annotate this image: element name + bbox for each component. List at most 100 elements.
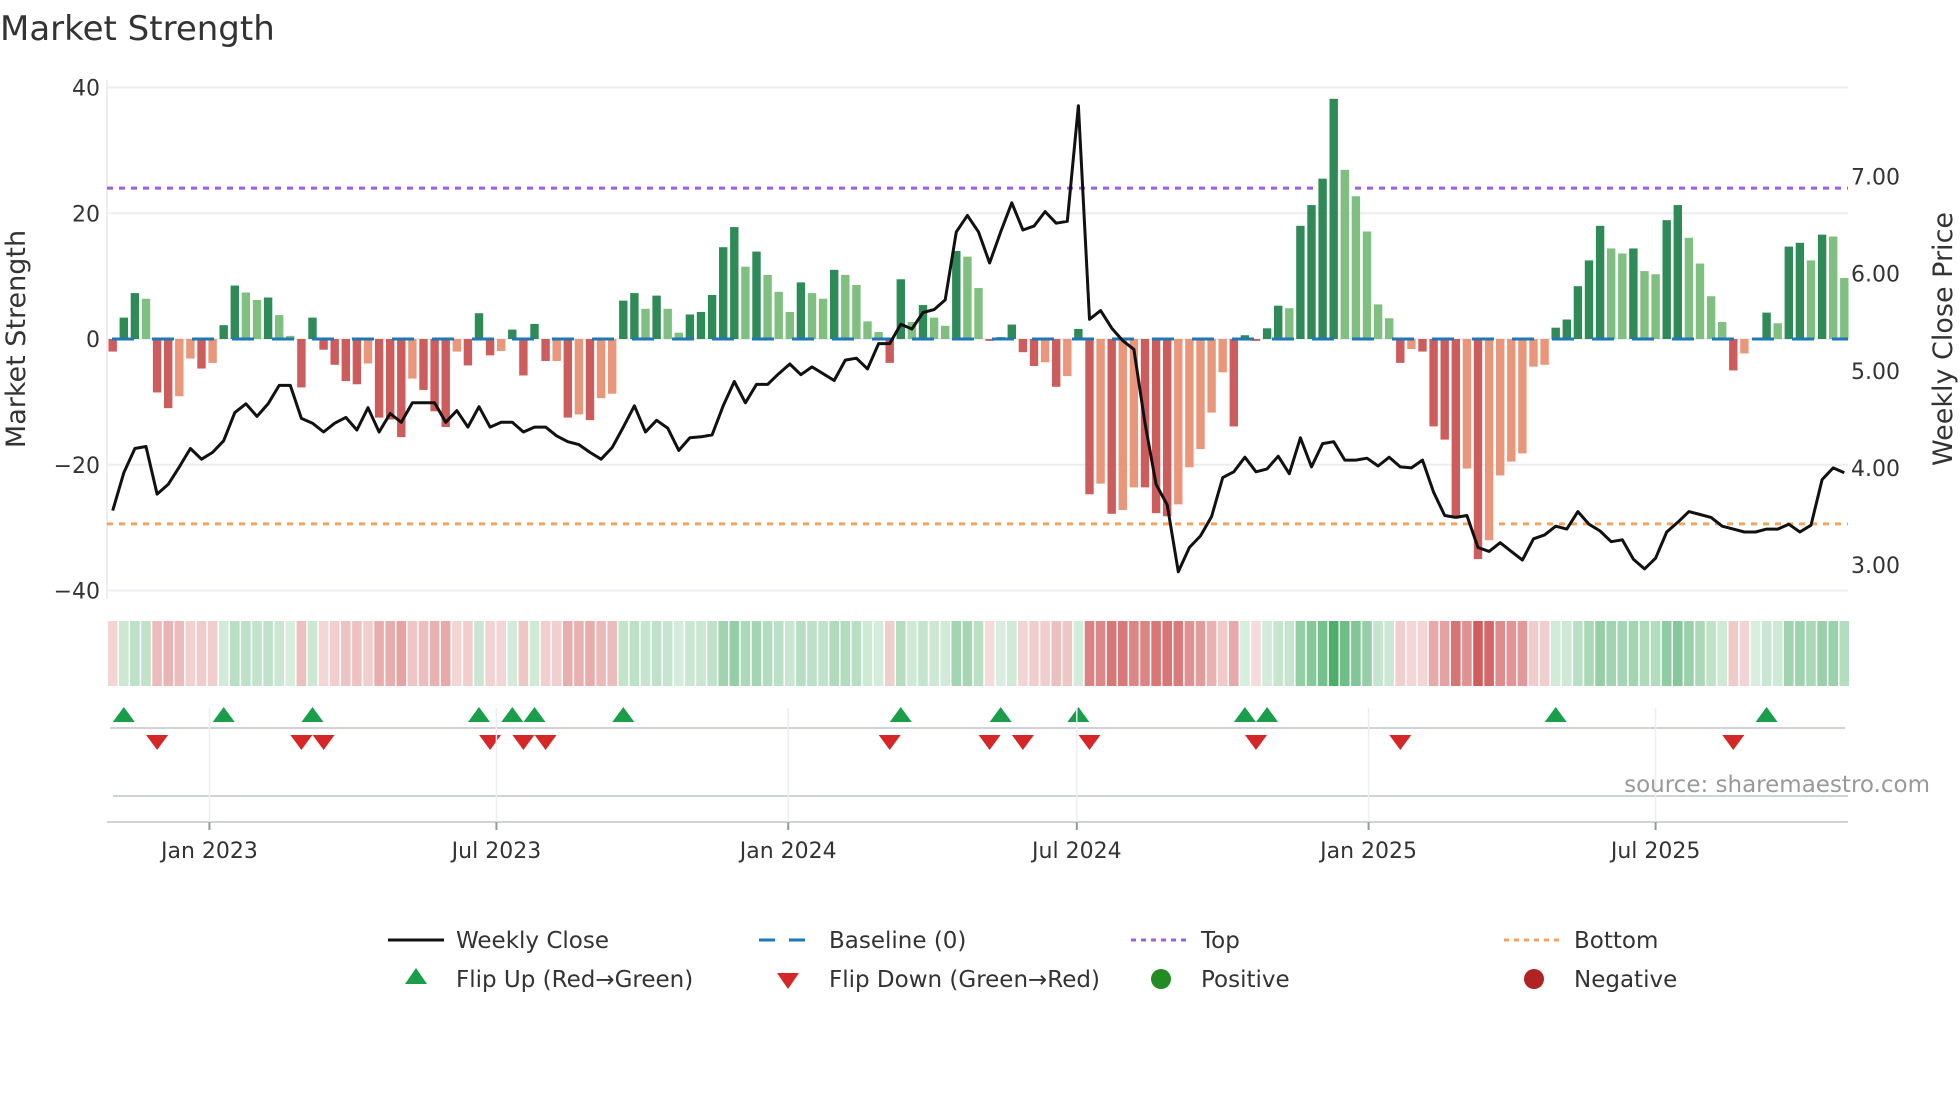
strip-cell [1617,621,1628,686]
strip-cell [1772,621,1783,686]
bar [352,339,362,385]
bar [1418,339,1427,352]
bar [1540,339,1549,365]
strip-cell [1007,621,1017,686]
legend-item-positive[interactable]: Positive [1151,967,1290,993]
bar [685,314,695,339]
flip-up-marker [501,707,524,722]
bar [1795,242,1805,339]
strip-cell [984,621,995,686]
flip-down-marker [1245,735,1267,750]
flip-up-marker [1544,707,1567,722]
legend-item-bottom[interactable]: Bottom [1504,928,1658,954]
strip-cell [1650,621,1661,686]
strip-cell [119,621,129,686]
bar [297,339,306,388]
strip-cell [1062,621,1073,686]
bar [1307,205,1316,339]
bar [119,317,128,339]
x-tick-label: Jan 2023 [159,839,258,864]
legend-item-top[interactable]: Top [1131,928,1240,954]
bar [330,339,339,365]
bar [585,339,595,421]
x-axis-ticks: Jan 2023 Jul 2023 Jan 2024 Jul 2024 Jan 2025… [107,708,1848,864]
strip-cell [1673,621,1683,686]
bar [1096,339,1105,484]
legend-item-negative[interactable]: Negative [1524,967,1677,993]
strip-cell [1395,621,1406,686]
strip-cell [851,621,862,686]
bar [452,339,461,352]
strip-cell [740,621,751,686]
flip-down-marker [1389,735,1412,750]
flip-up-marker [112,707,135,722]
bar [1373,304,1383,339]
flip-up-marker [523,707,546,722]
bar [252,300,262,339]
bar [719,247,728,339]
bar [1484,339,1494,541]
positive-dot-icon [1151,969,1171,989]
strip-cell [1839,621,1850,686]
strip-cell [1217,621,1228,686]
bar [130,293,140,339]
bar [485,339,495,356]
strip-cell [729,621,740,686]
flip-up-marker [1067,707,1090,722]
bar [818,298,828,339]
bar [841,274,850,339]
strip-cell [185,621,196,686]
bar [219,325,228,339]
legend-item-flip-up[interactable]: Flip Up (Red→Green) [405,967,693,993]
triangle-up-icon [405,968,427,984]
strip-cell [1262,621,1272,686]
bar [1507,339,1516,462]
bar [1695,263,1705,339]
bar [1618,253,1627,339]
bar [441,339,450,428]
y-tick-label: 40 [72,77,100,102]
bar [941,325,950,339]
strip-cell [1129,621,1139,686]
bar [1185,339,1194,468]
bar [1562,319,1571,339]
source-label: source: sharemaestro.com [1624,772,1930,798]
bar [1040,339,1050,363]
flip-down-marker [1722,735,1745,750]
bar [152,339,162,393]
strip-cell [230,621,240,686]
flip-down-marker [146,735,169,750]
flip-down-marker [534,735,557,750]
strip-cell [363,621,373,686]
bar [1806,260,1816,339]
flip-up-marker [468,707,490,722]
strip-cell [174,621,185,686]
legend-item-weekly-close[interactable]: Weekly Close [388,928,609,954]
y2-tick-label: 7.00 [1851,166,1900,191]
bar [1473,339,1483,560]
strip-cell [1351,621,1361,686]
legend-item-flip-down[interactable]: Flip Down (Green→Red) [777,967,1100,993]
strip-cell [1295,621,1306,686]
strip-cell [1162,621,1172,686]
bar [1662,220,1671,339]
strip-cell [485,621,495,686]
negative-dot-icon [1524,969,1544,989]
strip-cell [862,621,873,686]
flip-up-marker [612,707,635,722]
strip-cell [1806,621,1816,686]
strip-cell [241,621,251,686]
legend-item-baseline[interactable]: Baseline (0) [759,928,966,954]
bar [1673,205,1682,339]
strip-cell [1473,621,1483,686]
bar [1107,339,1116,514]
x-tick-label: Jul 2023 [450,839,542,864]
bar [652,295,661,339]
strip-cell [563,621,573,686]
bar [308,317,317,339]
bar [918,305,928,339]
strip-cell [1284,621,1295,686]
flip-down-marker [1078,735,1101,750]
strip-cell [1562,621,1572,686]
bar [619,300,628,339]
